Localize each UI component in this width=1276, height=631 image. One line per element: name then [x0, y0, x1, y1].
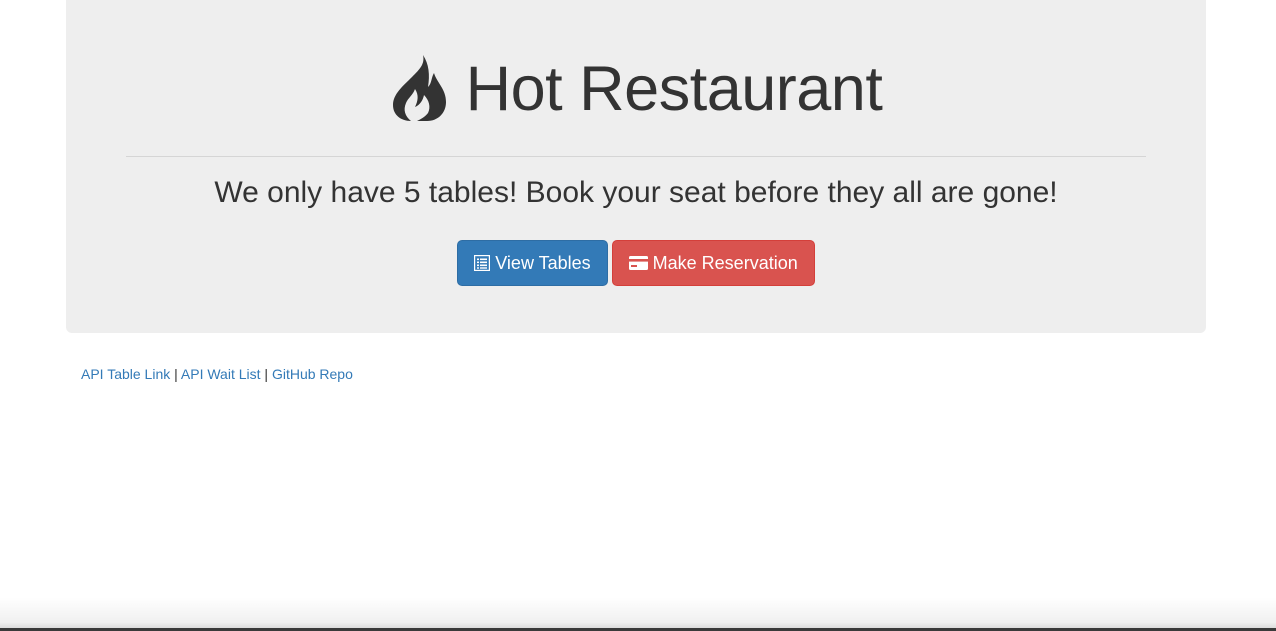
api-table-link[interactable]: API Table Link — [81, 366, 170, 382]
make-reservation-label: Make Reservation — [652, 252, 798, 273]
view-tables-label: View Tables — [495, 252, 591, 273]
link-separator: | — [264, 366, 269, 382]
page-title: Hot Restaurant — [465, 54, 883, 124]
action-buttons: View Tables Make Reservation — [66, 240, 1206, 286]
page: Hot Restaurant We only have 5 tables! Bo… — [0, 0, 1276, 631]
list-alt-icon — [474, 255, 491, 271]
make-reservation-button[interactable]: Make Reservation — [611, 240, 815, 286]
api-wait-list-link[interactable]: API Wait List — [181, 366, 261, 382]
link-separator: | — [174, 366, 178, 382]
view-tables-button[interactable]: View Tables — [457, 240, 608, 286]
window-bottom-shadow — [0, 597, 1276, 631]
title-divider — [126, 156, 1146, 157]
github-repo-link[interactable]: GitHub Repo — [272, 366, 353, 382]
tagline: We only have 5 tables! Book your seat be… — [214, 176, 1058, 209]
jumbotron: Hot Restaurant We only have 5 tables! Bo… — [66, 0, 1206, 333]
page-header: Hot Restaurant — [66, 54, 1206, 124]
credit-card-icon — [628, 256, 648, 270]
footer-links: API Table Link | API Wait List | GitHub … — [81, 366, 353, 382]
fire-icon — [390, 54, 448, 121]
